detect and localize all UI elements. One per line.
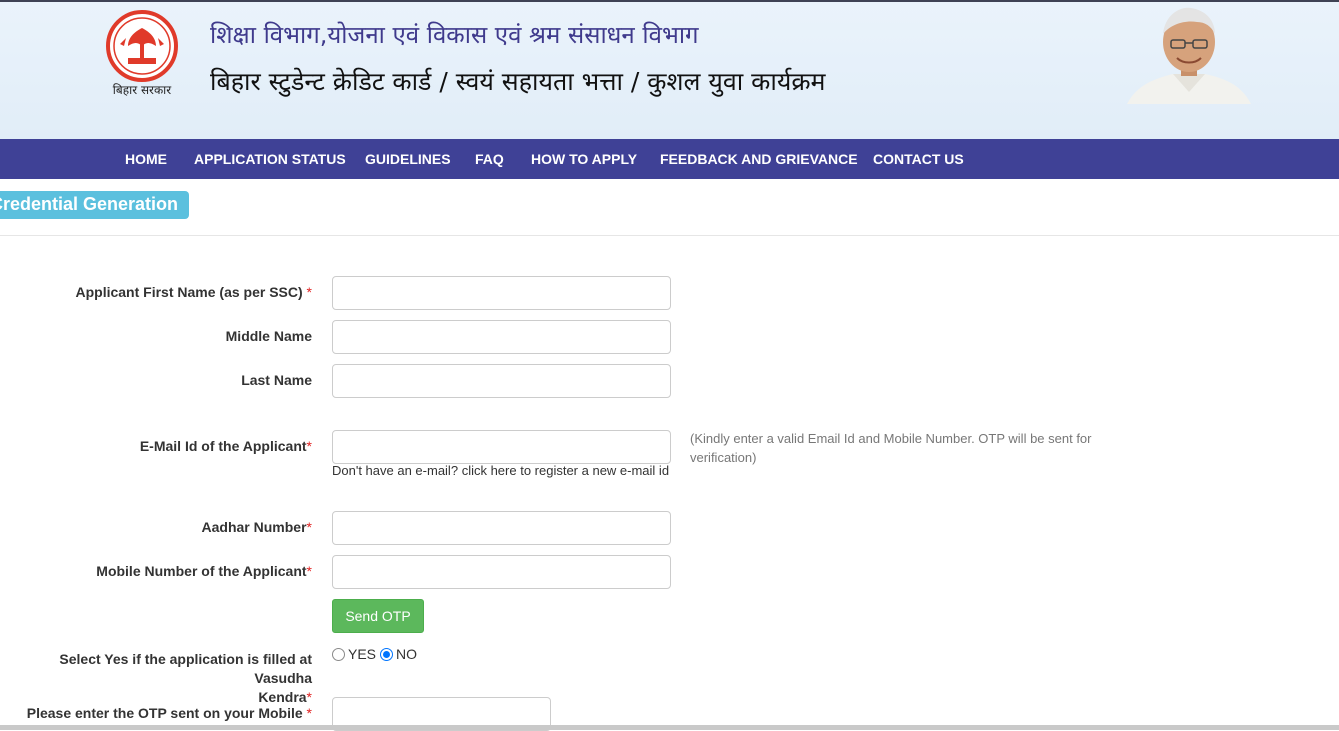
email-help: Don't have an e-mail? click here to regi…: [332, 463, 669, 478]
vasudha-label-line1: Select Yes if the application is filled …: [59, 651, 312, 686]
nav-contact-us[interactable]: CONTACT US: [873, 139, 964, 179]
site-header: बिहार सरकार शिक्षा विभाग,योजना एवं विकास…: [0, 2, 1339, 139]
vasudha-label: Select Yes if the application is filled …: [0, 650, 312, 707]
nav-home[interactable]: HOME: [125, 139, 167, 179]
nav-faq[interactable]: FAQ: [475, 139, 504, 179]
send-otp-button[interactable]: Send OTP: [332, 599, 424, 633]
section-title-tab: Credential Generation: [0, 191, 189, 219]
vasudha-label-line2: Kendra: [258, 689, 307, 705]
mobile-label-text: Mobile Number of the Applicant: [96, 563, 307, 579]
otp-label: Please enter the OTP sent on your Mobile…: [27, 704, 312, 723]
vasudha-no-radio[interactable]: [380, 647, 394, 661]
aadhar-label-text: Aadhar Number: [201, 519, 307, 535]
main-navigation: HOME APPLICATION STATUS GUIDELINES FAQ H…: [0, 139, 1339, 179]
aadhar-label: Aadhar Number*: [202, 518, 312, 537]
first-name-label: Applicant First Name (as per SSC) *: [75, 283, 312, 302]
window-bottom-edge: [0, 725, 1339, 730]
otp-label-text: Please enter the OTP sent on your Mobile: [26, 705, 303, 721]
last-name-input[interactable]: [332, 364, 671, 398]
email-input[interactable]: [332, 430, 671, 464]
program-title: बिहार स्टुडेन्ट क्रेडिट कार्ड / स्वयं सह…: [210, 67, 826, 96]
required-marker: *: [306, 705, 312, 721]
mobile-input[interactable]: [332, 555, 671, 589]
first-name-input[interactable]: [332, 276, 671, 310]
nav-how-to-apply[interactable]: HOW TO APPLY: [531, 139, 637, 179]
first-name-label-text: Applicant First Name (as per SSC): [75, 284, 303, 300]
last-name-label: Last Name: [241, 372, 312, 388]
vasudha-yes-radio[interactable]: [332, 647, 345, 661]
chief-minister-portrait: [1127, 4, 1251, 104]
required-marker: *: [306, 438, 312, 454]
email-label-text: E-Mail Id of the Applicant: [139, 438, 307, 454]
nav-guidelines[interactable]: GUIDELINES: [365, 139, 451, 179]
vasudha-radio-group: YES NO: [332, 646, 421, 662]
required-marker: *: [306, 563, 312, 579]
aadhar-input[interactable]: [332, 511, 671, 545]
email-help-text: Don't have an e-mail?: [332, 463, 459, 478]
department-title: शिक्षा विभाग,योजना एवं विकास एवं श्रम सं…: [210, 21, 699, 49]
mobile-label: Mobile Number of the Applicant*: [96, 562, 312, 581]
register-email-link[interactable]: click here to register a new e-mail id: [462, 463, 669, 478]
required-marker: *: [306, 689, 312, 705]
required-marker: *: [306, 519, 312, 535]
vasudha-no-label: NO: [396, 646, 418, 662]
nav-application-status[interactable]: APPLICATION STATUS: [194, 139, 346, 179]
email-mobile-hint: (Kindly enter a valid Email Id and Mobil…: [690, 431, 1092, 465]
section-divider: [0, 235, 1339, 236]
nav-feedback-and-grievance[interactable]: FEEDBACK AND GRIEVANCE: [660, 139, 858, 179]
middle-name-label: Middle Name: [225, 328, 312, 344]
section-title: Credential Generation: [0, 194, 179, 214]
vasudha-yes-label: YES: [348, 646, 377, 662]
required-marker: *: [306, 284, 312, 300]
logo-caption: बिहार सरकार: [112, 83, 172, 97]
middle-name-input[interactable]: [332, 320, 671, 354]
email-label: E-Mail Id of the Applicant*: [140, 437, 312, 456]
